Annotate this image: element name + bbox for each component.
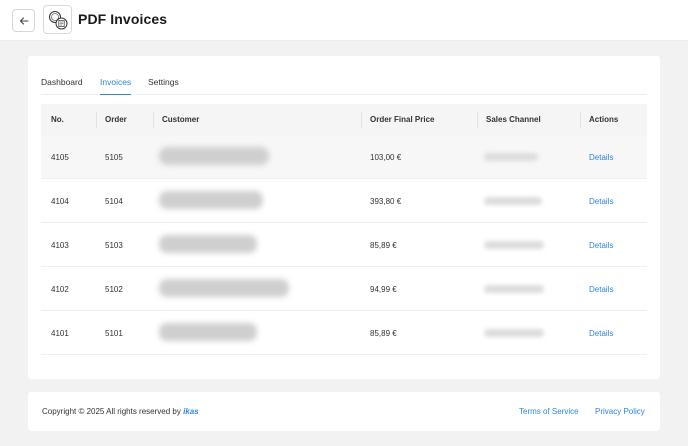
footer: Copyright © 2025 All rights reserved by … xyxy=(28,392,660,431)
invoice-number: 4102 xyxy=(51,285,69,294)
column-header-customer: Customer xyxy=(162,115,200,124)
table-row: 4103 5103 85,89 € Details xyxy=(41,223,647,267)
copyright-prefix: Copyright © 2025 All rights reserved by xyxy=(42,407,184,416)
column-header-no: No. xyxy=(51,115,64,124)
details-link[interactable]: Details xyxy=(589,241,613,250)
column-header-order: Order xyxy=(105,115,127,124)
details-link[interactable]: Details xyxy=(589,285,613,294)
customer-name-redacted xyxy=(159,323,257,341)
order-final-price: 85,89 € xyxy=(370,241,397,250)
column-separator xyxy=(361,112,362,128)
app-logo xyxy=(43,5,72,34)
top-bar: PDF Invoices xyxy=(0,0,688,41)
sales-channel-redacted xyxy=(484,197,542,205)
sales-channel-redacted xyxy=(484,241,544,249)
invoices-card: Dashboard Invoices Settings No. Order Cu… xyxy=(28,56,660,379)
privacy-policy-link[interactable]: Privacy Policy xyxy=(595,407,645,416)
table-header: No. Order Customer Order Final Price Sal… xyxy=(41,104,647,135)
details-link[interactable]: Details xyxy=(589,197,613,206)
order-number: 5102 xyxy=(105,285,123,294)
details-link[interactable]: Details xyxy=(589,329,613,338)
customer-name-redacted xyxy=(159,191,263,209)
table-row: 4105 5105 103,00 € Details xyxy=(41,135,647,179)
column-header-price: Order Final Price xyxy=(370,115,435,124)
table-row: 4102 5102 94,99 € Details xyxy=(41,267,647,311)
invoice-number: 4103 xyxy=(51,241,69,250)
invoice-number: 4105 xyxy=(51,153,69,162)
order-number: 5101 xyxy=(105,329,123,338)
order-final-price: 103,00 € xyxy=(370,153,402,162)
column-header-actions: Actions xyxy=(589,115,619,124)
order-final-price: 94,99 € xyxy=(370,285,397,294)
column-separator xyxy=(477,112,478,128)
column-header-sales-channel: Sales Channel xyxy=(486,115,541,124)
order-number: 5103 xyxy=(105,241,123,250)
tab-invoices[interactable]: Invoices xyxy=(100,77,132,95)
back-button[interactable] xyxy=(12,9,35,32)
terms-of-service-link[interactable]: Terms of Service xyxy=(519,407,579,416)
order-number: 5104 xyxy=(105,197,123,206)
invoice-coins-icon xyxy=(48,10,67,29)
column-separator xyxy=(580,112,581,128)
copyright-text: Copyright © 2025 All rights reserved by … xyxy=(42,407,199,416)
table-row: 4104 5104 393,80 € Details xyxy=(41,179,647,223)
tab-settings[interactable]: Settings xyxy=(148,77,179,95)
sales-channel-redacted xyxy=(484,329,544,337)
column-separator xyxy=(153,112,154,128)
sales-channel-redacted xyxy=(484,285,544,293)
arrow-left-icon xyxy=(19,16,29,25)
table-row: 4101 5101 85,89 € Details xyxy=(41,311,647,355)
page-title: PDF Invoices xyxy=(78,11,168,27)
customer-name-redacted xyxy=(159,147,269,165)
customer-name-redacted xyxy=(159,279,289,297)
tab-bar: Dashboard Invoices Settings xyxy=(41,71,647,95)
invoice-number: 4101 xyxy=(51,329,69,338)
tab-dashboard[interactable]: Dashboard xyxy=(41,77,83,95)
brand-link[interactable]: ikas xyxy=(183,407,199,416)
column-separator xyxy=(96,112,97,128)
order-number: 5105 xyxy=(105,153,123,162)
order-final-price: 393,80 € xyxy=(370,197,402,206)
sales-channel-redacted xyxy=(484,153,538,161)
customer-name-redacted xyxy=(159,235,257,253)
invoice-number: 4104 xyxy=(51,197,69,206)
details-link[interactable]: Details xyxy=(589,153,613,162)
invoices-table: No. Order Customer Order Final Price Sal… xyxy=(41,104,647,355)
order-final-price: 85,89 € xyxy=(370,329,397,338)
